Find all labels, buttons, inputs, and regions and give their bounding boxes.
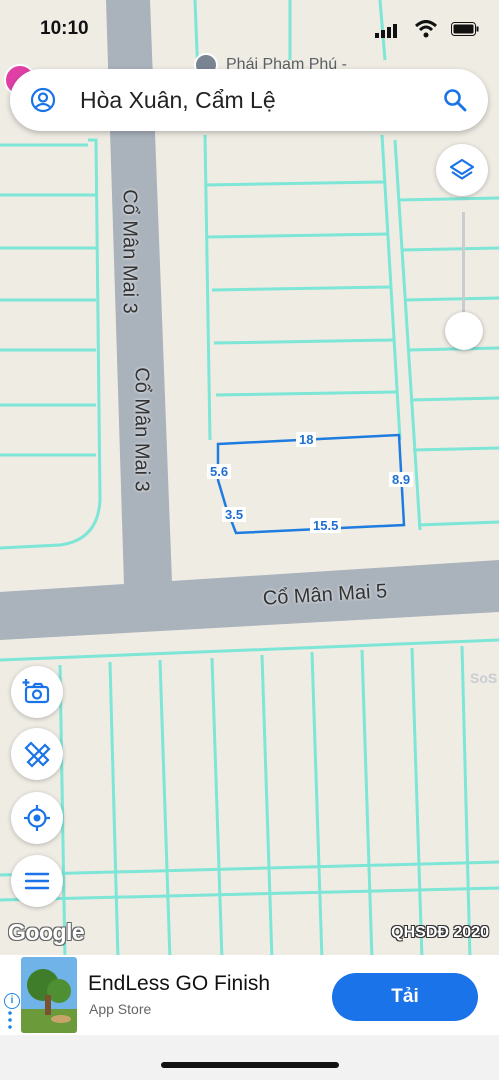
signal-icon — [375, 24, 397, 38]
road-label-co-man-mai-3b: Cổ Mân Mai 3 — [130, 367, 153, 492]
my-location-button[interactable] — [11, 792, 63, 844]
ad-banner[interactable]: i EndLess GO Finish App Store Tải — [0, 955, 499, 1035]
dim-bottom-left: 3.5 — [222, 507, 247, 522]
ad-install-button[interactable]: Tải — [332, 973, 478, 1021]
layers-icon — [449, 158, 475, 180]
google-logo: Google — [8, 919, 85, 945]
home-indicator[interactable] — [161, 1062, 339, 1068]
watermark: SoS — [470, 670, 498, 686]
dim-right: 8.9 — [389, 472, 414, 487]
crosshair-icon — [24, 805, 50, 831]
camera-add-icon — [22, 679, 50, 704]
dim-left: 5.6 — [207, 464, 232, 479]
search-bar[interactable]: Hòa Xuân, Cẩm Lệ — [10, 69, 488, 131]
dim-top: 18 — [296, 432, 317, 447]
ad-app-thumbnail[interactable] — [21, 957, 77, 1033]
menu-button[interactable] — [11, 855, 63, 907]
ad-more-icon[interactable] — [8, 1011, 12, 1029]
plan-year-label: QHSDĐ 2020 — [391, 924, 489, 941]
add-photo-button[interactable] — [11, 666, 63, 718]
dim-bottom: 15.5 — [310, 518, 342, 533]
ad-title[interactable]: EndLess GO Finish — [88, 972, 270, 996]
map-canvas[interactable] — [0, 0, 499, 1080]
account-icon[interactable] — [30, 87, 56, 113]
bottom-safe-area — [0, 1035, 499, 1080]
ruler-pencil-icon — [24, 741, 51, 768]
search-icon[interactable] — [442, 87, 468, 113]
road-label-co-man-mai-3a: Cổ Mân Mai 3 — [118, 189, 141, 314]
status-time: 10:10 — [40, 18, 89, 39]
search-input[interactable]: Hòa Xuân, Cẩm Lệ — [80, 87, 442, 114]
opacity-slider-thumb[interactable] — [445, 312, 483, 350]
layers-button[interactable] — [436, 144, 488, 196]
measure-button[interactable] — [11, 728, 63, 780]
ad-info-icon[interactable]: i — [4, 993, 20, 1009]
battery-icon — [451, 22, 479, 36]
menu-icon — [24, 872, 50, 890]
ad-subtitle: App Store — [89, 1001, 152, 1017]
wifi-icon — [415, 20, 437, 38]
status-bar: 10:10 — [0, 0, 499, 60]
